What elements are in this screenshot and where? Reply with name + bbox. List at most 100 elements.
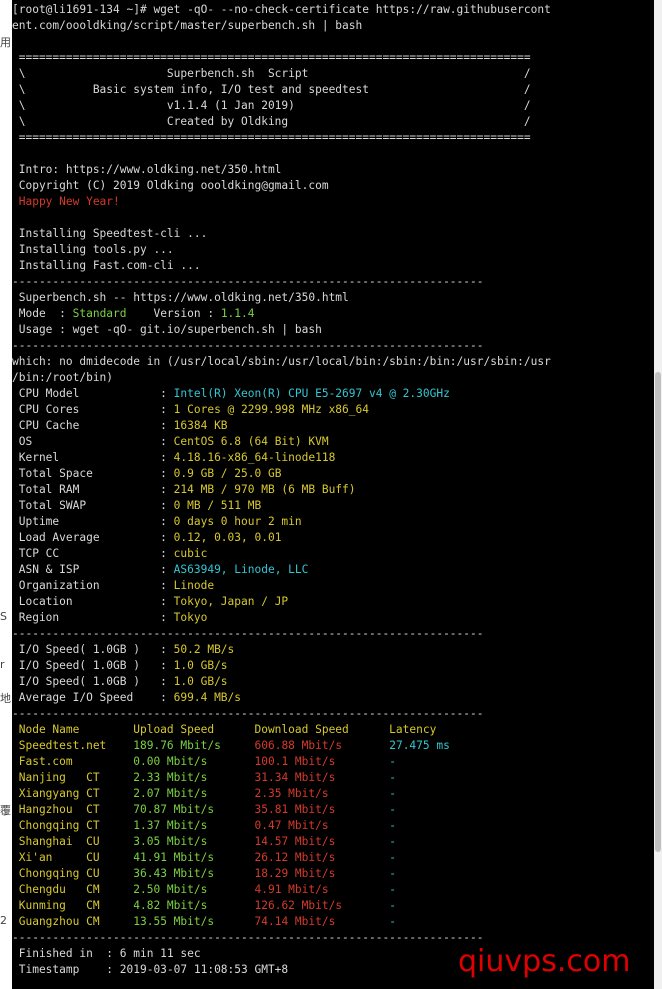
terminal-text: ----------------------------------------…: [12, 707, 484, 720]
terminal-text: Shanghai CU: [12, 835, 134, 848]
terminal-text: AS63949, Linode, LLC: [173, 563, 309, 576]
terminal-line: Intro: https://www.oldking.net/350.html: [12, 162, 282, 178]
terminal-line: Average I/O Speed : 699.4 MB/s: [12, 690, 241, 706]
terminal-text: Chengdu CM: [12, 883, 134, 896]
terminal-line: Kernel : 4.18.16-x86_64-linode118: [12, 450, 336, 466]
background-text-fragment: 2: [0, 914, 7, 927]
terminal-line: Copyright (C) 2019 Oldking oooldking@gma…: [12, 178, 329, 194]
terminal-line: Chongqing CT 1.37 Mbit/s 0.47 Mbit/s -: [12, 818, 396, 834]
terminal-text: 2.07 Mbit/s: [133, 787, 255, 800]
terminal-line: ----------------------------------------…: [12, 338, 483, 354]
terminal-line: Mode : Standard Version : 1.1.4: [12, 306, 255, 322]
terminal-line: TCP CC : cubic: [12, 546, 208, 562]
terminal-text: OS :: [12, 435, 174, 448]
terminal-text: 41.91 Mbit/s: [133, 851, 255, 864]
background-text-fragment: 地: [0, 692, 11, 705]
terminal-line: ========================================…: [12, 50, 531, 66]
terminal-line: [root@li1691-134 ~]# wget -qO- --no-chec…: [12, 2, 551, 18]
terminal-text: 74.14 Mbit/s: [254, 915, 390, 928]
terminal-text: -: [389, 771, 396, 784]
terminal-text: 36.43 Mbit/s: [133, 867, 255, 880]
terminal-line: Xi'an CU 41.91 Mbit/s 26.12 Mbit/s -: [12, 850, 396, 866]
terminal-text: TCP CC :: [12, 547, 174, 560]
terminal-text: 0 MB / 511 MB: [173, 499, 262, 512]
terminal-line: Xiangyang CT 2.07 Mbit/s 2.35 Mbit/s -: [12, 786, 396, 802]
terminal-text: 27.475 ms: [389, 739, 450, 752]
scrollbar[interactable]: [654, 0, 662, 989]
terminal-text: Xi'an CU: [12, 851, 134, 864]
terminal-text: I/O Speed( 1.0GB ) :: [12, 643, 174, 656]
terminal-line: Chengdu CM 2.50 Mbit/s 4.91 Mbit/s -: [12, 882, 396, 898]
terminal-line: I/O Speed( 1.0GB ) : 50.2 MB/s: [12, 642, 235, 658]
terminal-text: Total SWAP :: [12, 499, 174, 512]
terminal-text: 189.76 Mbit/s: [133, 739, 255, 752]
terminal-line: CPU Model : Intel(R) Xeon(R) CPU E5-2697…: [12, 386, 450, 402]
terminal-line: OS : CentOS 6.8 (64 Bit) KVM: [12, 434, 329, 450]
terminal-line: Total Space : 0.9 GB / 25.0 GB: [12, 466, 282, 482]
terminal-line: Shanghai CU 3.05 Mbit/s 14.57 Mbit/s -: [12, 834, 396, 850]
terminal-text: -: [389, 899, 396, 912]
terminal-text: Average I/O Speed :: [12, 691, 174, 704]
terminal-text: Kunming CM: [12, 899, 134, 912]
terminal-text: Version :: [126, 307, 221, 320]
terminal-text: 2.50 Mbit/s: [133, 883, 255, 896]
terminal-text: Guangzhou CM: [12, 915, 134, 928]
terminal-text: -: [389, 867, 396, 880]
terminal-text: Uptime :: [12, 515, 174, 528]
terminal-line: I/O Speed( 1.0GB ) : 1.0 GB/s: [12, 674, 228, 690]
terminal-text: \ Basic system info, I/O test and speedt…: [12, 83, 531, 96]
terminal-text: Chongqing CU: [12, 867, 134, 880]
terminal-text: Linode: [173, 579, 215, 592]
terminal-line: ----------------------------------------…: [12, 274, 483, 290]
terminal-line: Kunming CM 4.82 Mbit/s 126.62 Mbit/s -: [12, 898, 396, 914]
terminal-line: Hangzhou CT 70.87 Mbit/s 35.81 Mbit/s -: [12, 802, 396, 818]
terminal-text: Timestamp : 2019-03-07 11:08:53 GMT+8: [12, 963, 289, 976]
terminal-line: ASN & ISP : AS63949, Linode, LLC: [12, 562, 309, 578]
terminal-text: 214 MB / 970 MB (6 MB Buff): [173, 483, 356, 496]
background-text-fragment: 用: [0, 36, 11, 49]
terminal-line: Usage : wget -qO- git.io/superbench.sh |…: [12, 322, 322, 338]
scrollbar-thumb[interactable]: [655, 372, 661, 852]
terminal-text: -: [389, 883, 396, 896]
terminal-line: Superbench.sh -- https://www.oldking.net…: [12, 290, 349, 306]
terminal-text: Location :: [12, 595, 174, 608]
terminal-text: -: [389, 851, 396, 864]
terminal-line: Chongqing CU 36.43 Mbit/s 18.29 Mbit/s -: [12, 866, 396, 882]
terminal-text: -: [389, 755, 396, 768]
terminal-text: Tokyo: [173, 611, 208, 624]
terminal-text: 0.47 Mbit/s: [254, 819, 390, 832]
terminal-line: Installing Fast.com-cli ...: [12, 258, 201, 274]
terminal-line: \ Created by Oldking /: [12, 114, 531, 130]
terminal-line: which: no dmidecode in (/usr/local/sbin:…: [12, 354, 551, 370]
terminal-text: 3.05 Mbit/s: [133, 835, 255, 848]
terminal-text: I/O Speed( 1.0GB ) :: [12, 675, 174, 688]
terminal-text: Hangzhou CT: [12, 803, 134, 816]
terminal-text: Standard: [72, 307, 127, 320]
terminal-text: 4.91 Mbit/s: [254, 883, 390, 896]
terminal-line: Happy New Year!: [12, 194, 120, 210]
background-text-fragment: r: [0, 658, 5, 671]
terminal-text: Intel(R) Xeon(R) CPU E5-2697 v4 @ 2.30GH…: [173, 387, 450, 400]
terminal-text: cubic: [173, 547, 208, 560]
terminal-text: \ v1.1.4 (1 Jan 2019) /: [12, 99, 531, 112]
watermark-logo: qiuvps.com: [458, 944, 631, 979]
terminal-text: ----------------------------------------…: [12, 339, 484, 352]
terminal-text: 100.1 Mbit/s: [254, 755, 390, 768]
terminal-line: ent.com/oooldking/script/master/superben…: [12, 18, 362, 34]
terminal-text: 16384 KB: [173, 419, 228, 432]
terminal-window[interactable]: [root@li1691-134 ~]# wget -qO- --no-chec…: [12, 0, 654, 989]
terminal-text: CentOS 6.8 (64 Bit) KVM: [173, 435, 329, 448]
terminal-text: 2.33 Mbit/s: [133, 771, 255, 784]
terminal-text: -: [389, 803, 396, 816]
terminal-line: CPU Cache : 16384 KB: [12, 418, 228, 434]
terminal-text: ent.com/oooldking/script/master/superben…: [12, 19, 363, 32]
terminal-line: Region : Tokyo: [12, 610, 208, 626]
background-text-fragment: 覆: [0, 804, 11, 817]
terminal-line: Timestamp : 2019-03-07 11:08:53 GMT+8: [12, 962, 288, 978]
terminal-line: Fast.com 0.00 Mbit/s 100.1 Mbit/s -: [12, 754, 396, 770]
terminal-text: Installing tools.py ...: [12, 243, 174, 256]
terminal-text: Tokyo, Japan / JP: [173, 595, 289, 608]
terminal-line: \ v1.1.4 (1 Jan 2019) /: [12, 98, 531, 114]
terminal-line: Speedtest.net 189.76 Mbit/s 606.88 Mbit/…: [12, 738, 450, 754]
terminal-text: 4.82 Mbit/s: [133, 899, 255, 912]
